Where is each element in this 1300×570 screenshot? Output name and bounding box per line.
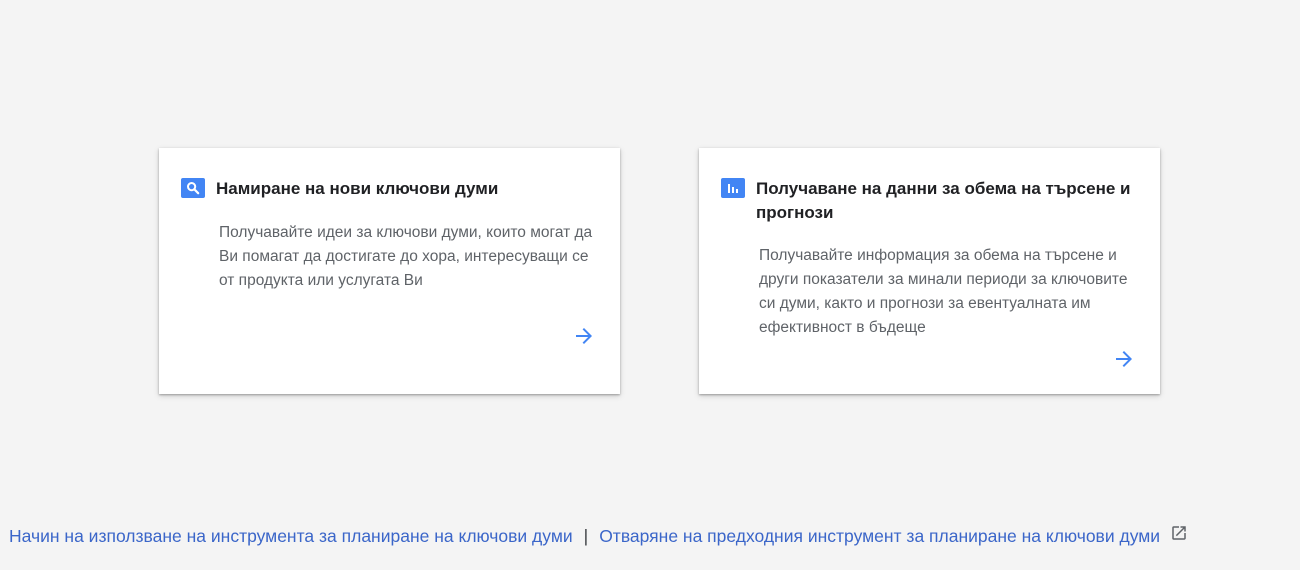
find-keywords-card[interactable]: Намиране на нови ключови думи Получавайт… — [159, 148, 620, 394]
arrow-forward-icon[interactable] — [572, 324, 596, 348]
open-previous-tool-link[interactable]: Отваряне на предходния инструмент за пла… — [599, 524, 1160, 548]
separator: | — [583, 526, 589, 546]
search-volume-forecast-card[interactable]: Получаване на данни за обема на търсене … — [699, 148, 1160, 394]
search-icon — [181, 178, 205, 198]
arrow-forward-icon[interactable] — [1112, 347, 1136, 371]
card-title: Получаване на данни за обема на търсене … — [756, 179, 1131, 222]
bar-chart-icon — [721, 178, 745, 198]
card-description: Получавайте информация за обема на търсе… — [759, 247, 1128, 336]
open-in-new-icon[interactable] — [1170, 524, 1188, 542]
how-to-use-link[interactable]: Начин на използване на инструмента за пл… — [9, 524, 573, 548]
footer-links: Начин на използване на инструмента за пл… — [9, 524, 1188, 548]
card-title: Намиране на нови ключови думи — [216, 179, 499, 198]
card-description: Получавайте идеи за ключови думи, които … — [219, 224, 593, 289]
